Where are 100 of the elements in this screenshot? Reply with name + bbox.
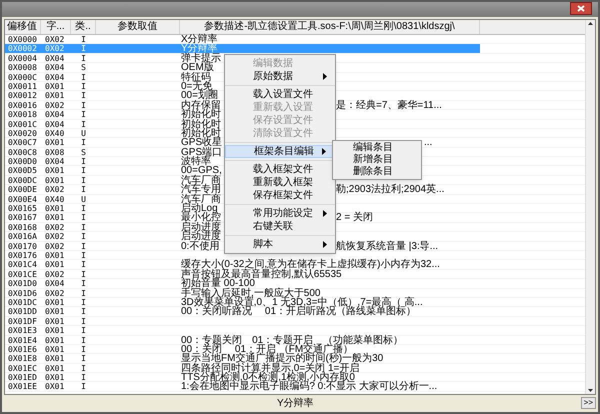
menu-item[interactable]: 重新载入框架 bbox=[225, 176, 335, 189]
expand-button[interactable]: >> bbox=[580, 397, 596, 409]
table-cell-text: 0X02 bbox=[44, 288, 66, 297]
table-cell-text: 0X0004 bbox=[7, 54, 38, 62]
table-cell-text: 0X01DF bbox=[7, 316, 38, 326]
table-cell-text: 0X01D6 bbox=[7, 288, 38, 297]
table-cell-text: 0X00DC bbox=[7, 176, 38, 184]
table-cell-text: I bbox=[80, 72, 87, 81]
table-cell-text: 0X01 bbox=[44, 91, 66, 100]
table-cell-text: 0X0008 bbox=[7, 63, 38, 72]
table-cell: 00：关闭听路况 01：开启听路况（路线菜单图标） bbox=[181, 307, 416, 316]
table-cell-text: 0X0176 bbox=[7, 250, 38, 260]
table-cell: ... bbox=[424, 138, 432, 147]
table-cell-text: I bbox=[80, 288, 87, 297]
table-cell-text: I bbox=[80, 316, 87, 326]
menu-item[interactable]: 脚本 bbox=[225, 238, 335, 251]
table-cell-text: 0X0000 bbox=[7, 35, 38, 44]
close-button[interactable] bbox=[570, 2, 592, 15]
table-cell-text: 0X00E4 bbox=[7, 194, 38, 204]
table-cell-text: I bbox=[80, 100, 87, 110]
column-header[interactable]: 类.. bbox=[71, 20, 96, 34]
table-cell-text: I bbox=[80, 204, 87, 212]
table-cell-text: I bbox=[80, 298, 87, 306]
table-cell: GPS端口 bbox=[181, 148, 222, 156]
table-cell: GPS收星 bbox=[181, 138, 222, 147]
menu-item[interactable]: 载入框架文件 bbox=[225, 163, 335, 176]
column-header[interactable]: 参数取值 bbox=[96, 20, 180, 34]
table-cell-text: 0X01 bbox=[44, 382, 66, 391]
table-cell-text: 0X001C bbox=[7, 120, 38, 128]
menu-item[interactable]: 删除条目 bbox=[333, 166, 421, 178]
table-cell: 特征码 bbox=[181, 72, 211, 81]
table-cell-text: 0X01 bbox=[44, 176, 66, 184]
table-cell-text: 0X04 bbox=[44, 279, 66, 288]
scroll-down-icon bbox=[588, 389, 593, 392]
table-cell-text: 0X01 bbox=[44, 373, 66, 382]
table-cell: 内存保留 bbox=[181, 100, 221, 110]
menu-item[interactable]: 框架条目编辑 bbox=[225, 145, 335, 158]
menu-item[interactable]: 常用功能设定 bbox=[225, 207, 335, 220]
table-cell: 00：专题关闭 01：专题开启 （功能菜单图标） bbox=[181, 336, 404, 344]
table-cell-text: 0X01 bbox=[44, 344, 66, 354]
table-cell: 手写输入后延时,一般应大于500 bbox=[181, 288, 320, 297]
table-cell: 是：经典=7、豪华=11... bbox=[336, 100, 442, 110]
table-cell-text: S bbox=[80, 148, 87, 156]
table-cell-text: 0X01 bbox=[44, 250, 66, 260]
table-cell-text: 0X02 bbox=[44, 100, 66, 110]
table-cell-text: I bbox=[80, 242, 87, 250]
table-cell-text: I bbox=[80, 110, 87, 119]
table-cell: OEM版 bbox=[181, 63, 214, 72]
table-cell: 初始音量 00-100 bbox=[181, 279, 255, 288]
table-cell-text: 0X0167 bbox=[7, 213, 38, 222]
column-header[interactable]: 参数描述-凯立德设置工具.sos-F:\周\周兰刚\0831\kldszgj\ bbox=[180, 20, 480, 34]
table-cell-text: I bbox=[80, 279, 87, 288]
table-cell-text: I bbox=[80, 138, 87, 147]
table-cell: TTS分配检测,0不检测,1检测,小内存取0 bbox=[181, 373, 355, 382]
scroll-up-icon bbox=[588, 22, 593, 25]
column-header[interactable]: 字... bbox=[41, 20, 71, 34]
menu-item[interactable]: 载入设置文件 bbox=[225, 88, 335, 101]
table-cell-text: 0X04 bbox=[44, 54, 66, 62]
table-cell-text: I bbox=[80, 364, 87, 372]
table-cell: 启动进度 bbox=[181, 222, 221, 232]
table-cell-text: 0X02 bbox=[44, 232, 66, 241]
table-cell-text: 0X40 bbox=[44, 194, 66, 204]
table-cell-text: 0X02 bbox=[44, 222, 66, 232]
menu-item[interactable]: 编辑条目 bbox=[333, 142, 421, 154]
menu-item[interactable]: 新增条目 bbox=[333, 154, 421, 166]
table-cell-text: 0X00D5 bbox=[7, 166, 38, 175]
submenu-arrow-icon bbox=[323, 73, 327, 80]
submenu-arrow-icon bbox=[323, 241, 327, 248]
table-cell-text: I bbox=[80, 82, 87, 90]
menu-item[interactable]: 保存框架文件 bbox=[225, 189, 335, 202]
table-cell: 启动Log bbox=[181, 204, 218, 212]
table-cell-text: 0X01E8 bbox=[7, 354, 38, 363]
table-cell-text: I bbox=[80, 213, 87, 222]
table-cell-text: I bbox=[80, 54, 87, 62]
table-cell-text: I bbox=[80, 354, 87, 363]
table-cell-text: U bbox=[80, 194, 87, 204]
table-cell-text: 0X02 bbox=[44, 44, 66, 53]
table-cell-text: I bbox=[80, 35, 87, 44]
table-cell: 00=划圈 bbox=[181, 91, 218, 100]
table-cell-text: 0X01ED bbox=[7, 373, 38, 382]
table-cell-text: 0X01CE bbox=[7, 270, 38, 278]
table-cell-text: 0X01C4 bbox=[7, 260, 38, 269]
column-header[interactable]: 偏移值 bbox=[5, 20, 41, 34]
table-cell: 初始化时 bbox=[181, 110, 221, 119]
table-cell-text: 0X01 bbox=[44, 138, 66, 147]
table-cell: 汽车厂商 bbox=[181, 194, 221, 204]
table-cell-text: 0X04 bbox=[44, 72, 66, 81]
table-cell-text: I bbox=[80, 344, 87, 354]
table-cell-text: I bbox=[80, 250, 87, 260]
menu-item[interactable]: 原始数据 bbox=[225, 70, 335, 83]
table-cell-text: 0X01 bbox=[44, 354, 66, 363]
table-cell: 缓存大小(0-32之间,意为在储存卡上虚拟缓存)小内存为32... bbox=[181, 260, 440, 269]
table-cell-text: 0X000C bbox=[7, 72, 38, 81]
table-cell-text: 0X02 bbox=[44, 242, 66, 250]
table-cell-text: 0X01 bbox=[44, 82, 66, 90]
table-cell-text: 0X04 bbox=[44, 63, 66, 72]
table-cell-text: 0X40 bbox=[44, 128, 66, 138]
table-cell-text: 0X01DD bbox=[7, 307, 38, 316]
table-cell-text: 0X01 bbox=[44, 204, 66, 212]
menu-item[interactable]: 右键关联 bbox=[225, 220, 335, 233]
